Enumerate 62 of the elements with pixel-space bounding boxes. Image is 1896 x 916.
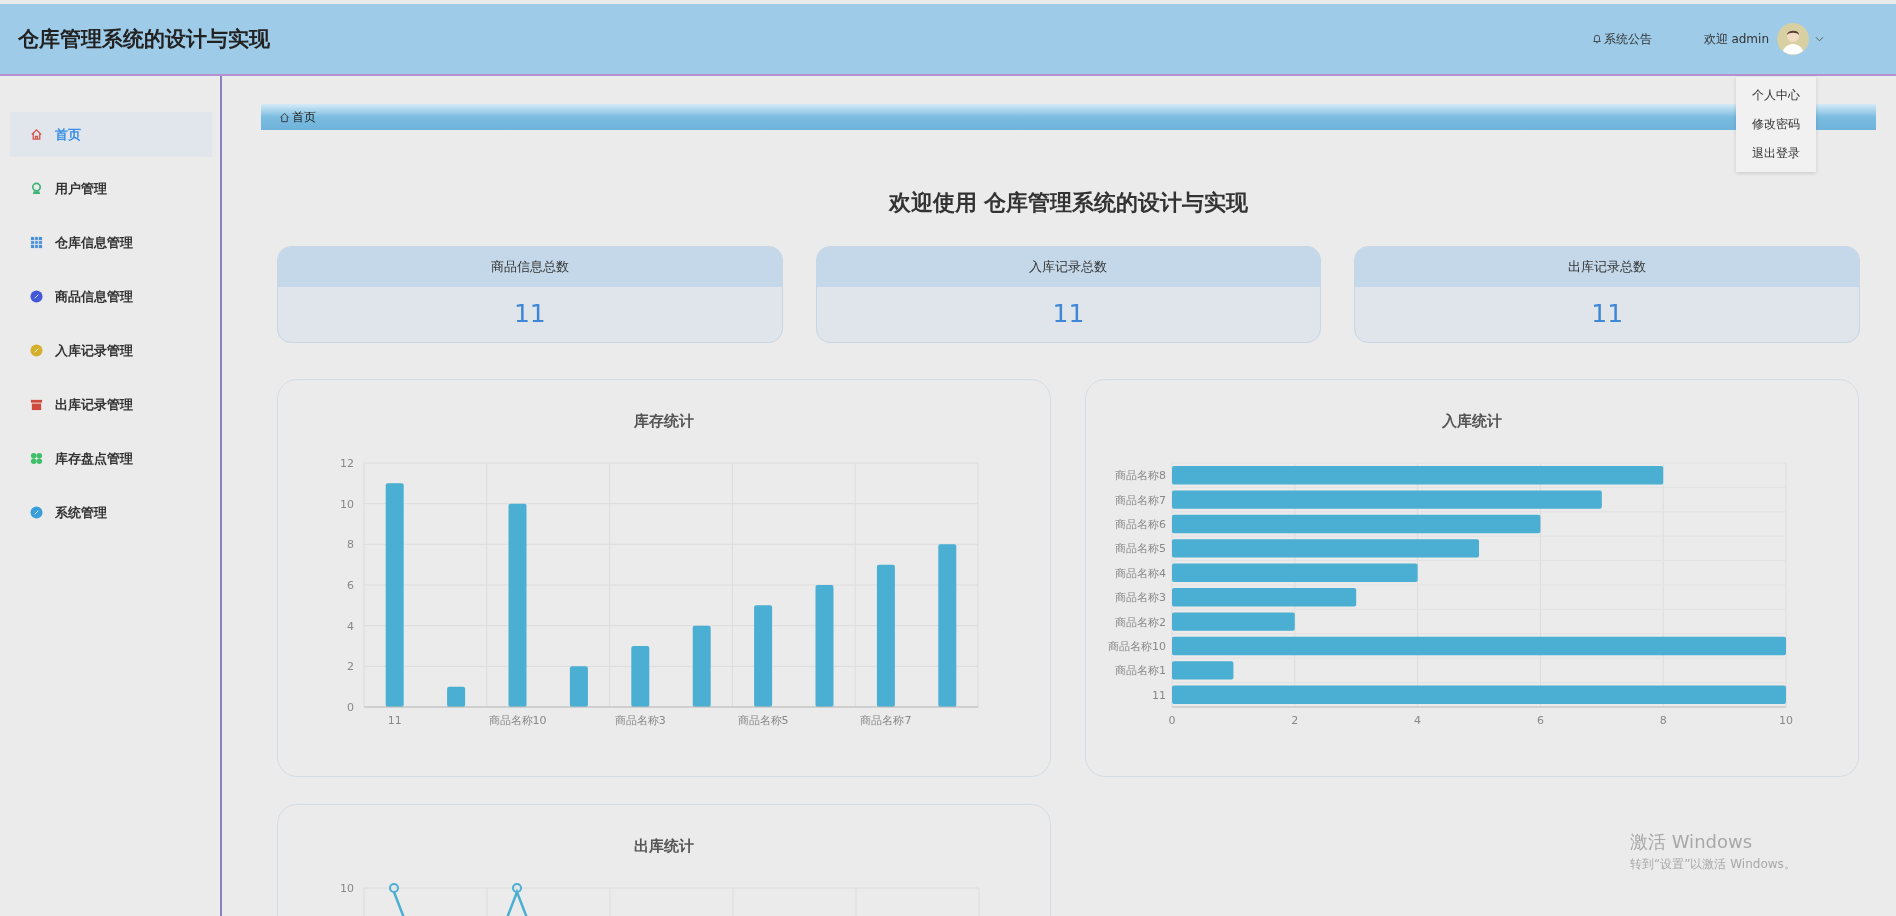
caret-icon[interactable]	[1815, 36, 1824, 42]
axis-label: 2	[1291, 714, 1299, 727]
axis-label: 商品名称5	[1115, 542, 1166, 556]
axis-label: 10	[340, 882, 354, 895]
stat-label: 出库记录总数	[1355, 247, 1859, 287]
bar	[569, 666, 588, 707]
stat-label: 入库记录总数	[816, 247, 1321, 287]
axis-label: 0	[347, 701, 354, 714]
chart-title: 入库统计	[1441, 412, 1503, 431]
sidebar-item[interactable]: 用户管理	[10, 166, 212, 211]
sidebar-item[interactable]: 系统管理	[10, 490, 212, 535]
axis-label: 8	[1659, 714, 1667, 727]
menu-item[interactable]: 个人中心	[1736, 81, 1816, 110]
stat-value: 11	[1051, 298, 1086, 330]
axis-label: 商品名称10	[488, 714, 547, 727]
axis-label: 商品名称2	[1115, 615, 1166, 629]
sidebar-item[interactable]: 仓库信息管理	[10, 220, 212, 265]
axis-label: 商品名称3	[614, 714, 666, 727]
app-title: 仓库管理系统的设计与实现	[18, 26, 270, 53]
menu-item[interactable]: 修改密码	[1736, 110, 1816, 139]
axis-label: 商品名称4	[1115, 566, 1166, 580]
axis-label: 商品名称7	[1115, 493, 1166, 507]
axis-label: 商品名称1	[1115, 664, 1166, 678]
axis-label: 商品名称10	[1108, 640, 1166, 653]
bar	[631, 646, 650, 707]
welcome-text: 欢迎 admin	[1703, 30, 1769, 48]
axis-label: 6	[347, 579, 354, 592]
axis-label: 0	[1168, 714, 1176, 727]
axis-label: 11	[387, 714, 402, 727]
axis-label: 8	[347, 538, 354, 552]
home-icon	[279, 111, 290, 123]
axis-label: 11	[1152, 688, 1166, 702]
axis-label: 10	[340, 497, 354, 511]
menu-item[interactable]: 退出登录	[1736, 139, 1816, 168]
sidebar-item[interactable]: 库存盘点管理	[10, 436, 212, 481]
stat-value: 11	[1590, 298, 1625, 330]
breadcrumb-link[interactable]: 首页	[279, 108, 316, 126]
chart-title: 出库统计	[633, 837, 695, 856]
bar	[447, 686, 466, 707]
axis-label: 商品名称5	[737, 714, 789, 727]
axis-label: 商品名称6	[1115, 518, 1166, 531]
axis-label: 4	[1414, 714, 1422, 727]
avatar[interactable]	[1777, 23, 1809, 55]
notice-link[interactable]: 系统公告	[1591, 30, 1652, 48]
axis-label: 10	[1779, 714, 1793, 727]
axis-label: 商品名称3	[1115, 591, 1166, 605]
activation-title: 激活 Windows	[1630, 830, 1754, 854]
axis-label: 12	[340, 457, 354, 470]
bar	[1172, 661, 1234, 680]
axis-label: 4	[347, 619, 354, 633]
sidebar-item[interactable]: 入库记录管理	[10, 328, 212, 373]
sidebar-item[interactable]: 出库记录管理	[10, 382, 212, 427]
sidebar-item[interactable]: 商品信息管理	[10, 274, 212, 319]
stat-value: 11	[512, 298, 547, 330]
axis-label: 2	[347, 660, 354, 674]
axis-label: 6	[1536, 714, 1544, 727]
bell-icon	[1591, 34, 1602, 44]
stat-label: 商品信息总数	[278, 247, 782, 287]
axis-label: 商品名称7	[860, 714, 912, 727]
welcome-heading: 欢迎使用 仓库管理系统的设计与实现	[887, 189, 1250, 217]
chart-title: 库存统计	[633, 412, 695, 431]
axis-label: 商品名称8	[1115, 469, 1166, 483]
